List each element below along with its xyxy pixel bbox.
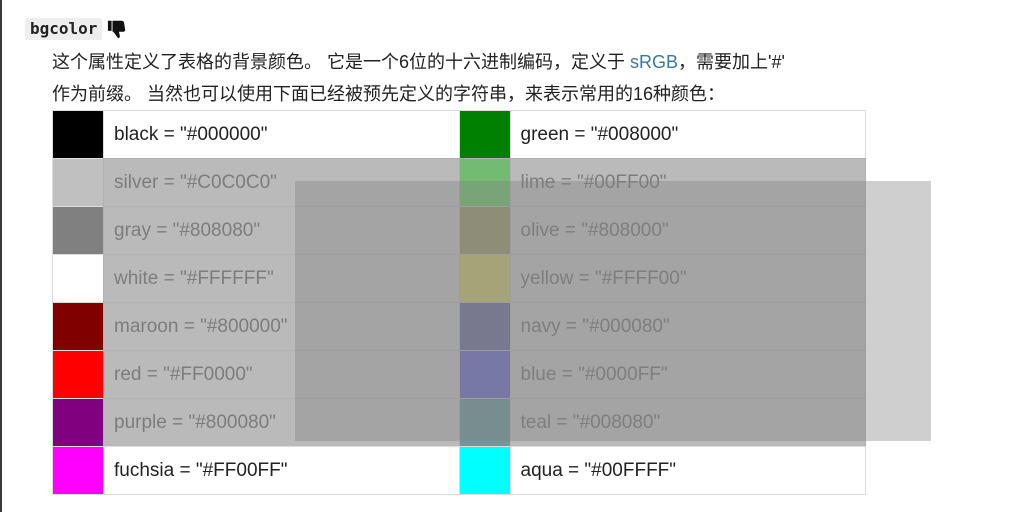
description-line-2: 作为前缀。 当然也可以使用下面已经被预先定义的字符串，来表示常用的16种颜色： — [52, 84, 726, 104]
color-label: black = "#000000" — [103, 110, 460, 159]
table-row: fuchsia = "#FF00FF" aqua = "#00FFFF" — [52, 446, 866, 495]
color-label: red = "#FF0000" — [103, 350, 460, 399]
color-label: white = "#FFFFFF" — [103, 254, 460, 303]
color-label: gray = "#808080" — [103, 206, 460, 255]
color-label: fuchsia = "#FF00FF" — [103, 446, 460, 495]
color-label: navy = "#000080" — [509, 302, 866, 351]
table-row: silver = "#C0C0C0" lime = "#00FF00" — [52, 158, 866, 207]
color-swatch — [52, 398, 104, 447]
color-label: olive = "#808000" — [509, 206, 866, 255]
attribute-name: bgcolor — [25, 18, 103, 40]
table-row: purple = "#800080" teal = "#008080" — [52, 398, 866, 447]
color-label: aqua = "#00FFFF" — [509, 446, 866, 495]
color-label: green = "#008000" — [509, 110, 866, 159]
color-swatch — [52, 350, 104, 399]
description-text: 这个属性定义了表格的背景颜色。 它是一个6位的十六进制编码，定义于 — [52, 52, 631, 72]
table-row: red = "#FF0000" blue = "#0000FF" — [52, 350, 866, 399]
table-row: black = "#000000" green = "#008000" — [52, 110, 866, 159]
description-text: ，需要加上'#' — [678, 52, 785, 72]
color-swatch — [458, 110, 511, 159]
srgb-link[interactable]: sRGB — [630, 52, 678, 72]
attribute-description: 这个属性定义了表格的背景颜色。 它是一个6位的十六进制编码，定义于 sRGB，需… — [52, 46, 872, 110]
color-swatch — [458, 398, 511, 447]
color-swatch — [458, 302, 511, 351]
color-label: blue = "#0000FF" — [509, 350, 866, 399]
color-swatch — [52, 446, 104, 495]
color-swatch — [52, 254, 104, 303]
color-swatch — [52, 158, 104, 207]
color-swatch — [52, 302, 104, 351]
attribute-heading: bgcolor — [25, 16, 129, 42]
color-swatch — [458, 254, 511, 303]
color-label: maroon = "#800000" — [103, 302, 460, 351]
color-swatch — [52, 206, 104, 255]
color-swatch — [458, 158, 511, 207]
table-row: gray = "#808080" olive = "#808000" — [52, 206, 866, 255]
color-label: silver = "#C0C0C0" — [103, 158, 460, 207]
table-row: white = "#FFFFFF" yellow = "#FFFF00" — [52, 254, 866, 303]
color-swatch — [52, 110, 104, 159]
color-table: black = "#000000" green = "#008000" silver… — [52, 110, 866, 495]
color-swatch — [458, 350, 511, 399]
color-label: yellow = "#FFFF00" — [509, 254, 866, 303]
color-label: lime = "#00FF00" — [509, 158, 866, 207]
color-swatch — [458, 206, 511, 255]
left-border — [0, 0, 2, 512]
table-row: maroon = "#800000" navy = "#000080" — [52, 302, 866, 351]
color-label: purple = "#800080" — [103, 398, 460, 447]
thumbs-down-icon — [108, 20, 126, 39]
color-label: teal = "#008080" — [509, 398, 866, 447]
description-line-1: 这个属性定义了表格的背景颜色。 它是一个6位的十六进制编码，定义于 sRGB，需… — [52, 46, 872, 78]
color-swatch — [458, 446, 511, 495]
